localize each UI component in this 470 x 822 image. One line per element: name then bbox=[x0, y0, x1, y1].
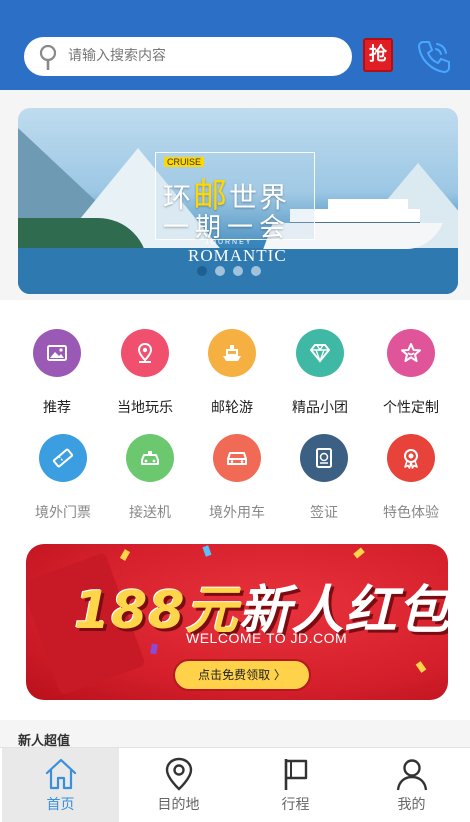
category-label: 签证 bbox=[310, 505, 338, 521]
user-icon bbox=[396, 759, 428, 791]
carousel-dots bbox=[197, 266, 261, 276]
category-label: 邮轮游 bbox=[211, 400, 253, 416]
category-cruise[interactable]: 邮轮游 bbox=[185, 329, 279, 417]
category-label: 推荐 bbox=[43, 400, 71, 416]
ribbon-icon bbox=[387, 434, 435, 482]
tab-destination[interactable]: 目的地 bbox=[120, 748, 237, 822]
home-icon bbox=[45, 758, 77, 790]
cruise-ship-icon bbox=[208, 329, 256, 377]
category-label: 境外用车 bbox=[209, 505, 265, 521]
car-icon bbox=[213, 434, 261, 482]
tab-itinerary[interactable]: 行程 bbox=[237, 748, 354, 822]
category-label: 当地玩乐 bbox=[117, 400, 173, 416]
location-pin-icon bbox=[165, 757, 193, 791]
flag-icon bbox=[284, 759, 308, 790]
tab-label: 目的地 bbox=[157, 797, 200, 813]
category-label: 精品小团 bbox=[292, 400, 348, 416]
carousel-dot[interactable] bbox=[251, 266, 261, 276]
category-special-experience[interactable]: 特色体验 bbox=[364, 434, 458, 522]
search-placeholder: 请输入搜索内容 bbox=[68, 48, 166, 64]
app-header: 请输入搜索内容 抢 bbox=[0, 0, 470, 90]
category-label: 个性定制 bbox=[383, 400, 439, 416]
category-custom[interactable]: 个性定制 bbox=[364, 329, 458, 417]
search-icon bbox=[39, 44, 57, 70]
promo-banner[interactable]: 188元新人红包! WELCOME TO JD.COM 点击免费领取 〉 bbox=[26, 544, 448, 700]
star-icon bbox=[387, 329, 435, 377]
category-label: 接送机 bbox=[129, 505, 171, 521]
confetti bbox=[202, 545, 212, 557]
banner-journey-text: JOURNEY bbox=[205, 239, 253, 246]
category-boutique-group[interactable]: 精品小团 bbox=[273, 329, 367, 417]
category-overseas-tickets[interactable]: 境外门票 bbox=[16, 434, 110, 522]
tab-me[interactable]: 我的 bbox=[353, 748, 470, 822]
confetti bbox=[353, 547, 365, 559]
promo-welcome: WELCOME TO JD.COM bbox=[186, 630, 348, 646]
confetti bbox=[150, 643, 158, 655]
category-overseas-car[interactable]: 境外用车 bbox=[190, 434, 284, 522]
new-user-section: 新人超值 bbox=[0, 720, 470, 750]
image-icon bbox=[33, 329, 81, 377]
carousel-dot[interactable] bbox=[197, 266, 207, 276]
tab-label: 我的 bbox=[397, 797, 426, 813]
passport-icon bbox=[300, 434, 348, 482]
banner-tag: CRUISE bbox=[164, 157, 205, 167]
carousel-dot[interactable] bbox=[233, 266, 243, 276]
banner-romantic-text: ROMANTIC bbox=[188, 246, 287, 265]
bottom-tab-bar: 首页 目的地 行程 我的 bbox=[0, 747, 470, 822]
phone-icon[interactable] bbox=[413, 36, 453, 76]
claim-free-button[interactable]: 点击免费领取 〉 bbox=[173, 659, 311, 691]
category-label: 境外门票 bbox=[35, 505, 91, 521]
category-visa[interactable]: 签证 bbox=[277, 434, 371, 522]
category-label: 特色体验 bbox=[383, 505, 439, 521]
carousel-dot[interactable] bbox=[215, 266, 225, 276]
tab-label: 首页 bbox=[46, 797, 75, 813]
category-grid: 推荐 当地玩乐 邮轮游 精品小团 个性定制 境外门票 接送机 境外用车 签证 特… bbox=[0, 300, 470, 530]
category-recommend[interactable]: 推荐 bbox=[10, 329, 104, 417]
category-local-fun[interactable]: 当地玩乐 bbox=[98, 329, 192, 417]
tab-label: 行程 bbox=[281, 797, 310, 813]
diamond-icon bbox=[296, 329, 344, 377]
location-pin-icon bbox=[121, 329, 169, 377]
category-airport-transfer[interactable]: 接送机 bbox=[103, 434, 197, 522]
flash-sale-icon[interactable]: 抢 bbox=[363, 38, 393, 72]
tab-home[interactable]: 首页 bbox=[2, 748, 119, 822]
confetti bbox=[415, 661, 427, 673]
ticket-icon bbox=[39, 434, 87, 482]
search-bar[interactable]: 请输入搜索内容 bbox=[24, 37, 352, 76]
taxi-icon bbox=[126, 434, 174, 482]
confetti bbox=[119, 549, 131, 561]
